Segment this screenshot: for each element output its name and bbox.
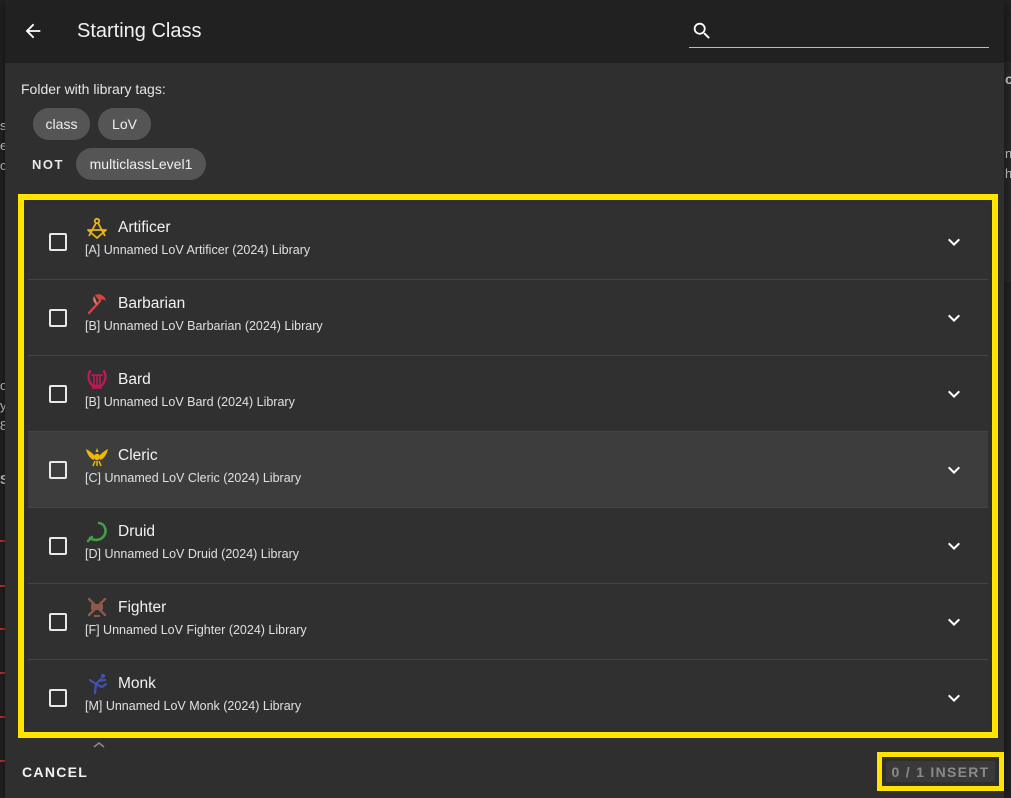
item-title: Cleric	[118, 447, 158, 464]
list-item-cleric[interactable]: Cleric [C] Unnamed LoV Cleric (2024) Lib…	[28, 432, 988, 508]
artificer-compass-icon	[87, 217, 107, 239]
list-item-fighter[interactable]: Fighter [F] Unnamed LoV Fighter (2024) L…	[28, 584, 988, 660]
search-icon	[693, 22, 710, 39]
list-item-monk[interactable]: Monk [M] Unnamed LoV Monk (2024) Library	[28, 660, 988, 728]
dialog-header: Starting Class	[5, 0, 1004, 63]
class-list: Artificer [A] Unnamed LoV Artificer (202…	[28, 204, 988, 728]
chevron-down-icon[interactable]	[942, 610, 966, 634]
cleric-winged-sun-icon	[86, 448, 108, 467]
item-library: [B] Unnamed LoV Bard (2024) Library	[85, 395, 295, 409]
chevron-down-icon[interactable]	[942, 230, 966, 254]
chevron-down-icon[interactable]	[942, 534, 966, 558]
checkbox[interactable]	[49, 461, 67, 479]
highlight-frame-list: Artificer [A] Unnamed LoV Artificer (202…	[18, 194, 998, 738]
search-input[interactable]	[721, 19, 983, 43]
chevron-down-icon[interactable]	[942, 306, 966, 330]
monk-kick-icon	[88, 673, 108, 695]
filter-label: Folder with library tags:	[21, 81, 166, 97]
chevron-down-icon[interactable]	[942, 382, 966, 406]
fighter-swords-icon	[87, 597, 107, 617]
item-library: [B] Unnamed LoV Barbarian (2024) Library	[85, 319, 323, 333]
chevron-down-icon[interactable]	[942, 686, 966, 710]
list-item-artificer[interactable]: Artificer [A] Unnamed LoV Artificer (202…	[28, 204, 988, 280]
barbarian-axe-icon	[87, 294, 106, 315]
item-library: [D] Unnamed LoV Druid (2024) Library	[85, 547, 299, 561]
highlight-frame-insert: 0 / 1 INSERT	[877, 752, 1004, 791]
background-text-fragment: n	[1005, 146, 1011, 161]
checkbox[interactable]	[49, 689, 67, 707]
starting-class-dialog: Starting Class Folder with library tags:…	[5, 0, 1004, 798]
item-title: Druid	[118, 523, 156, 540]
item-title: Monk	[118, 675, 156, 692]
insert-button[interactable]: 0 / 1 INSERT	[886, 761, 995, 782]
chevron-down-icon[interactable]	[942, 458, 966, 482]
tag-chip-lov[interactable]: LoV	[98, 108, 151, 140]
item-title: Fighter	[118, 599, 167, 616]
tag-chip-multiclasslevel1[interactable]: multiclassLevel1	[76, 148, 206, 180]
search-field[interactable]	[689, 15, 989, 48]
item-library: [C] Unnamed LoV Cleric (2024) Library	[85, 471, 302, 485]
item-library: [A] Unnamed LoV Artificer (2024) Library	[85, 243, 311, 257]
checkbox[interactable]	[49, 309, 67, 327]
druid-sickle-icon	[86, 521, 107, 543]
tag-chip-class[interactable]: class	[33, 108, 90, 140]
cancel-button[interactable]: CANCEL	[22, 764, 88, 780]
bard-lyre-icon	[87, 369, 107, 389]
list-item-barbarian[interactable]: Barbarian [B] Unnamed LoV Barbarian (202…	[28, 280, 988, 356]
arrow-left-icon	[25, 23, 41, 39]
checkbox[interactable]	[49, 233, 67, 251]
background-text-fragment: o	[1005, 71, 1011, 87]
dialog-title: Starting Class	[77, 20, 202, 42]
app-background: o n h s el c o y 8 S Starting Class Fold…	[0, 0, 1011, 798]
not-label: NOT	[32, 157, 64, 172]
item-title: Bard	[118, 371, 151, 388]
list-item-bard[interactable]: Bard [B] Unnamed LoV Bard (2024) Library	[28, 356, 988, 432]
checkbox[interactable]	[49, 613, 67, 631]
next-item-icon-peek	[93, 742, 105, 748]
list-item-druid[interactable]: Druid [D] Unnamed LoV Druid (2024) Libra…	[28, 508, 988, 584]
back-button[interactable]	[19, 17, 47, 45]
item-title: Barbarian	[118, 295, 186, 312]
item-library: [M] Unnamed LoV Monk (2024) Library	[85, 699, 302, 713]
background-text-fragment: h	[1005, 166, 1011, 181]
checkbox[interactable]	[49, 537, 67, 555]
item-library: [F] Unnamed LoV Fighter (2024) Library	[85, 623, 307, 637]
checkbox[interactable]	[49, 385, 67, 403]
item-title: Artificer	[118, 219, 171, 236]
